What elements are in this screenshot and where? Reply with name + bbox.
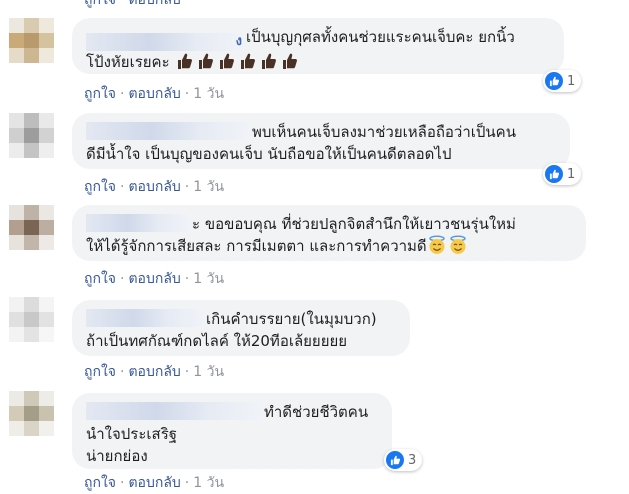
commenter-name-redacted[interactable] [86,309,204,327]
previous-comment-actions: ถูกใจ · ตอบกลับ [84,0,181,11]
avatar[interactable] [9,391,54,436]
comment-bubble: เกินคำบรรยาย(ในมุมบวก) ถ้าเป็นทศกัณฑ์กดไ… [72,300,410,356]
comment-time[interactable]: 1 วัน [193,271,224,287]
commenter-name-redacted[interactable] [86,402,262,420]
like-reaction-icon [545,165,563,183]
reaction-count: 1 [567,166,576,182]
comment-bubble: พบเห็นคนเจ็บลงมาช่วยเหลือถือว่าเป็นคน ดี… [72,113,570,169]
comment-actions: ถูกใจ · ตอบกลับ · 1 วัน [84,179,225,195]
like-reaction-icon [386,451,404,469]
comment-text: เกินคำบรรยาย(ในมุมบวก) [206,310,377,328]
thumbs-up-dark-skin-icon [262,53,277,69]
comment-time[interactable]: 1 วัน [193,475,224,491]
reply-link[interactable]: ตอบกลับ [128,86,180,102]
like-link[interactable]: ถูกใจ [84,475,116,491]
reply-link[interactable]: ตอบกลับ [128,0,180,8]
comment-actions: ถูกใจ · ตอบกลับ · 1 วัน [84,364,225,380]
reaction-count-badge[interactable]: 1 [543,163,582,185]
comment-actions: ถูกใจ · ตอบกลับ · 1 วัน [84,271,225,287]
avatar[interactable] [9,18,54,63]
comment-time[interactable]: 1 วัน [193,179,224,195]
like-link[interactable]: ถูกใจ [84,86,116,102]
commenter-name-redacted[interactable] [86,122,250,140]
reaction-count: 1 [567,73,576,89]
thumbs-up-dark-skin-icon [283,53,298,69]
avatar[interactable] [9,205,54,250]
thumbs-up-dark-skin-icon [178,53,193,69]
comment-bubble: ะ ขอขอบคุณ ที่ช่วยปลูกจิตสำนึกให้เยาวชนร… [72,205,586,261]
comment-actions: ถูกใจ · ตอบกลับ · 1 วัน [84,475,225,491]
comment-text: พบเห็นคนเจ็บลงมาช่วยเหลือถือว่าเป็นคน [252,123,516,141]
comment-text: น่ายกย่อง [86,447,148,465]
like-link[interactable]: ถูกใจ [84,0,116,8]
commenter-name-redacted[interactable] [86,214,190,232]
like-link[interactable]: ถูกใจ [84,364,116,380]
comment-actions: ถูกใจ · ตอบกลับ · 1 วัน [84,86,225,102]
reaction-count: 3 [408,452,417,468]
comment-text: ดีมีน้ำใจ เป็นบุญของคนเจ็บ นับถือขอให้เป… [86,145,452,163]
avatar[interactable] [9,113,54,158]
comment-text: ถ้าเป็นทศกัณฑ์กดไลค์ ให้20ทีอเล้ยยยยย [86,332,348,350]
commenter-name-redacted[interactable]: ง [86,33,244,51]
like-link[interactable]: ถูกใจ [84,271,116,287]
thumbs-up-dark-skin-icon [241,53,256,69]
like-reaction-icon [545,72,563,90]
thumbs-up-dark-skin-icon [220,53,235,69]
comment-text: ทำดีช่วยชีวิตคน [264,403,369,421]
comment-bubble: งเป็นบุญกุศลทั้งคนช่วยแระคนเจ็บคะ ยกนิ้ว… [72,18,564,74]
reply-link[interactable]: ตอบกลับ [128,271,180,287]
comment-time[interactable]: 1 วัน [193,364,224,380]
comment-text: ะ ขอขอบคุณ ที่ช่วยปลูกจิตสำนึกให้เยาวชนร… [192,215,516,233]
comment-text: ให้ได้รู้จักการเสียสละ การมีเมตตา และการ… [86,237,427,255]
reply-link[interactable]: ตอบกลับ [128,475,180,491]
avatar[interactable] [9,297,54,342]
reaction-count-badge[interactable]: 1 [543,70,582,92]
comment-text: โป้งหัยเรยคะ [86,53,170,71]
like-link[interactable]: ถูกใจ [84,179,116,195]
comment-text: เป็นบุญกุศลทั้งคนช่วยแระคนเจ็บคะ ยกนิ้ว [246,28,515,46]
smiling-face-with-halo-icon [428,235,445,254]
comment-bubble: ทำดีช่วยชีวิตคน นำใจประเสริฐ น่ายกย่อง [72,393,392,469]
thumbs-up-dark-skin-icon [199,53,214,69]
reply-link[interactable]: ตอบกลับ [128,179,180,195]
smiling-face-with-halo-icon [449,235,466,254]
reply-link[interactable]: ตอบกลับ [128,364,180,380]
reaction-count-badge[interactable]: 3 [384,449,423,471]
comment-time[interactable]: 1 วัน [193,86,224,102]
comment-text: นำใจประเสริฐ [86,425,178,443]
